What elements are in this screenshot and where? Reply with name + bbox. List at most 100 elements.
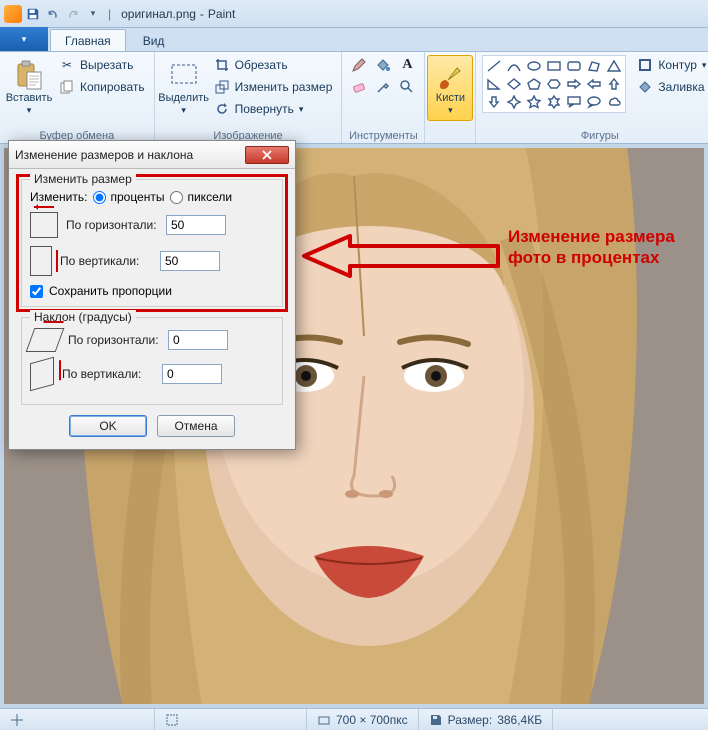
shape-star6-icon[interactable] [544,93,564,111]
status-selection [155,709,307,730]
vertical-input[interactable] [160,251,220,271]
skew-fieldset: Наклон (градусы) По горизонтали: По верт… [21,317,283,405]
crop-icon [214,57,230,73]
paste-button[interactable]: Вставить ▾ [6,55,52,121]
cancel-button[interactable]: Отмена [157,415,235,437]
outline-button[interactable]: Контур▾ [634,55,708,75]
window-title-file: оригинал.png [121,7,196,21]
tab-view[interactable]: Вид [128,29,180,51]
resize-icon [214,79,230,95]
shape-callout-oval-icon[interactable] [584,93,604,111]
shape-rtriangle-icon[interactable] [484,75,504,93]
group-clipboard: Вставить ▾ ✂ Вырезать Копировать Буфер о… [0,52,155,143]
vertical-skew-icon [30,357,54,391]
keep-aspect-checkbox[interactable] [30,285,43,298]
select-label: Выделить [158,92,209,104]
fill-label: Заливка [658,80,704,94]
horizontal-input[interactable] [166,215,226,235]
copy-button[interactable]: Копировать [56,77,148,97]
status-bar: 700 × 700пкс Размер: 386,4КБ [0,708,708,730]
text-tool[interactable]: A [396,55,418,75]
copy-icon [59,79,75,95]
eraser-tool[interactable] [348,77,370,97]
chevron-down-icon: ▾ [448,105,453,116]
disk-icon [429,713,443,727]
skew-horizontal-label: По горизонтали: [68,333,160,347]
cut-button[interactable]: ✂ Вырезать [56,55,148,75]
shape-rect-icon[interactable] [544,57,564,75]
crop-button[interactable]: Обрезать [211,55,336,75]
resize-legend: Изменить размер [30,172,136,186]
chevron-down-icon: ▾ [299,104,304,115]
resize-dialog: Изменение размеров и наклона Изменить ра… [8,140,296,450]
radio-pixels[interactable]: пиксели [170,190,232,204]
shape-arrowr-icon[interactable] [564,75,584,93]
shape-oval-icon[interactable] [524,57,544,75]
shape-roundrect-icon[interactable] [564,57,584,75]
shape-callout-rect-icon[interactable] [564,93,584,111]
fill-button[interactable]: Заливка▾ [634,77,708,97]
redo-icon[interactable] [64,5,82,23]
group-tools: A Инструменты [342,52,425,143]
shapes-gallery[interactable] [482,55,626,113]
radio-percent[interactable]: проценты [93,190,164,204]
shape-star4-icon[interactable] [504,93,524,111]
pencil-tool[interactable] [348,55,370,75]
rotate-icon [214,101,230,117]
shape-hexagon-icon[interactable] [544,75,564,93]
status-cursor [0,709,155,730]
copy-label: Копировать [80,80,145,94]
shape-star5-icon[interactable] [524,93,544,111]
radio-percent-input[interactable] [93,191,106,204]
shape-diamond-icon[interactable] [504,75,524,93]
dialog-title: Изменение размеров и наклона [15,148,193,162]
shape-triangle-icon[interactable] [604,57,624,75]
picker-tool[interactable] [372,77,394,97]
ribbon: Вставить ▾ ✂ Вырезать Копировать Буфер о… [0,52,708,144]
window-title-app: Paint [208,7,235,21]
outline-icon [637,57,653,73]
outline-label: Контур [658,58,696,72]
rotate-label: Повернуть [235,102,294,116]
shape-arrowd-icon[interactable] [484,93,504,111]
shape-line-icon[interactable] [484,57,504,75]
resize-by-label: Изменить: [30,190,87,204]
status-dimensions: 700 × 700пкс [307,709,419,730]
brushes-button[interactable]: Кисти ▾ [427,55,473,121]
ok-button[interactable]: OK [69,415,147,437]
fill-tool[interactable] [372,55,394,75]
resize-button[interactable]: Изменить размер [211,77,336,97]
radio-pixels-input[interactable] [170,191,183,204]
chevron-down-icon: ▾ [181,105,186,116]
group-tools-label: Инструменты [348,129,418,142]
rotate-button[interactable]: Повернуть ▾ [211,99,336,119]
save-icon[interactable] [24,5,42,23]
window-title-sep: - [200,7,204,21]
shape-curve-icon[interactable] [504,57,524,75]
skew-vertical-input[interactable] [162,364,222,384]
close-button[interactable] [245,146,289,164]
skew-horizontal-input[interactable] [168,330,228,350]
shape-arrowu-icon[interactable] [604,75,624,93]
shape-pentagon-icon[interactable] [524,75,544,93]
file-tab-dropdown-icon: ▾ [22,34,27,45]
shape-callout-cloud-icon[interactable] [604,93,624,111]
select-icon [169,60,199,90]
size-value: 386,4КБ [497,713,542,727]
qat-dropdown-icon[interactable]: ▾ [84,5,102,23]
dialog-titlebar[interactable]: Изменение размеров и наклона [9,141,295,169]
cut-label: Вырезать [80,58,133,72]
horizontal-label: По горизонтали: [66,218,158,232]
magnifier-tool[interactable] [396,77,418,97]
tab-home[interactable]: Главная [50,29,126,51]
file-tab[interactable]: ▾ [0,27,48,51]
status-filesize: Размер: 386,4КБ [419,709,553,730]
select-button[interactable]: Выделить ▾ [161,55,207,121]
group-brushes: Кисти ▾ [425,52,476,143]
shape-polygon-icon[interactable] [584,57,604,75]
group-shapes-label: Фигуры [482,129,708,142]
undo-icon[interactable] [44,5,62,23]
brushes-label: Кисти [436,92,465,104]
shape-arrowl-icon[interactable] [584,75,604,93]
resize-label: Изменить размер [235,80,333,94]
